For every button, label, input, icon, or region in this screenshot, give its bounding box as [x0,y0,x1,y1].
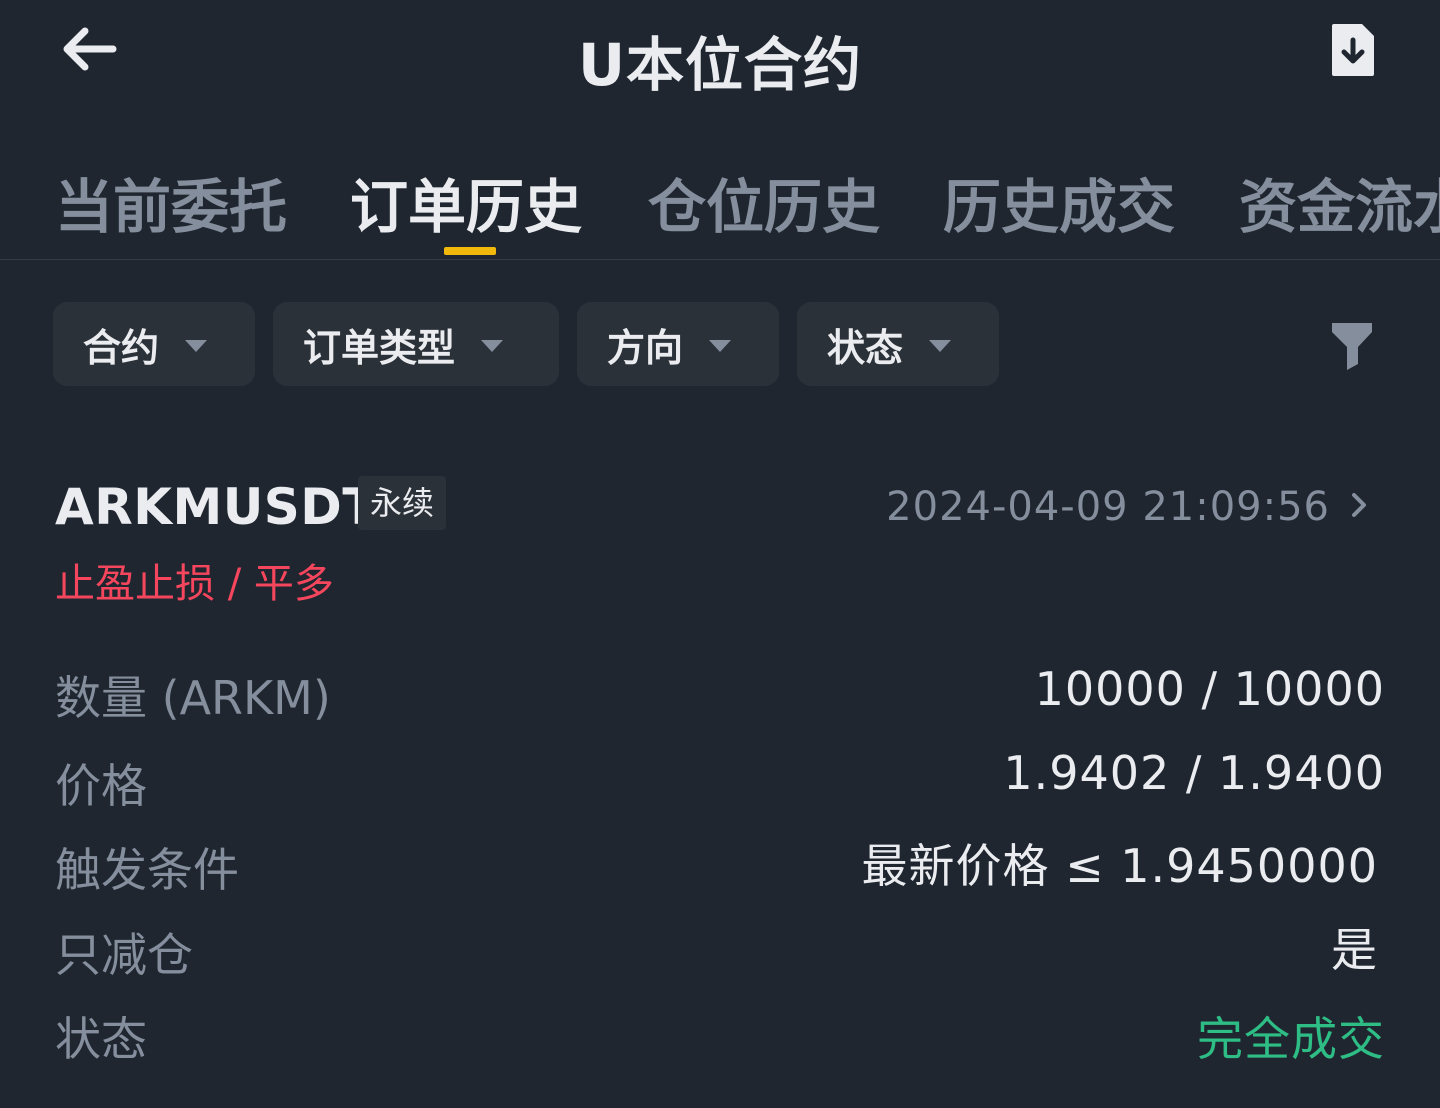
tab-position-history[interactable]: 仓位历史 [648,160,880,244]
order-detail-button[interactable] [1349,490,1369,520]
filter-contract[interactable]: 合约 [53,302,255,386]
page-title: U本位合约 [577,31,863,99]
tab-trade-history[interactable]: 历史成交 [943,160,1175,244]
chevron-right-icon [1352,493,1366,517]
filter-direction[interactable]: 方向 [577,302,779,386]
reduce-only-label: 只减仓 [55,928,193,982]
caret-down-icon [481,340,504,352]
caret-down-icon [185,340,208,352]
caret-down-icon [709,340,732,352]
filter-order-type-label: 订单类型 [303,325,456,370]
filter-contract-label: 合约 [83,325,160,370]
quantity-label: 数量 (ARKM) [55,671,331,725]
advanced-filter-button[interactable] [1330,320,1374,372]
status-value: 完全成交 [1197,1012,1385,1066]
price-value: 1.9402 / 1.9400 [1003,746,1385,800]
active-tab-indicator [444,247,496,255]
top-bar: U本位合约 [0,0,1440,110]
caret-down-icon [929,340,952,352]
filter-direction-label: 方向 [607,325,684,370]
contract-type-badge: 永续 [358,476,447,530]
order-type-label: 止盈止损 / 平多 [55,561,334,607]
download-document-icon [1332,24,1374,76]
reduce-only-value: 是 [1331,923,1378,977]
trigger-condition-label: 触发条件 [55,843,239,897]
order-symbol: ARKMUSDT [55,478,377,536]
download-button[interactable] [1326,20,1380,80]
quantity-value: 10000 / 10000 [1034,662,1385,716]
trigger-condition-value: 最新价格 ≤ 1.9450000 [861,839,1378,893]
order-timestamp: 2024-04-09 21:09:56 [886,484,1330,530]
filter-status[interactable]: 状态 [797,302,999,386]
filter-status-label: 状态 [827,325,904,370]
funnel-icon [1332,323,1372,370]
price-label: 价格 [55,759,147,813]
filter-order-type[interactable]: 订单类型 [273,302,559,386]
tab-order-history[interactable]: 订单历史 [350,160,582,244]
tab-bar: 当前委托 订单历史 仓位历史 历史成交 资金流水 [0,150,1440,260]
tab-open-orders[interactable]: 当前委托 [55,160,287,244]
status-label: 状态 [55,1012,147,1066]
order-history-page: U本位合约 当前委托 订单历史 仓位历史 历史成交 资金流水 合约 订单类型 方… [0,0,1440,1108]
tab-transaction-history[interactable]: 资金流水 [1239,160,1440,244]
